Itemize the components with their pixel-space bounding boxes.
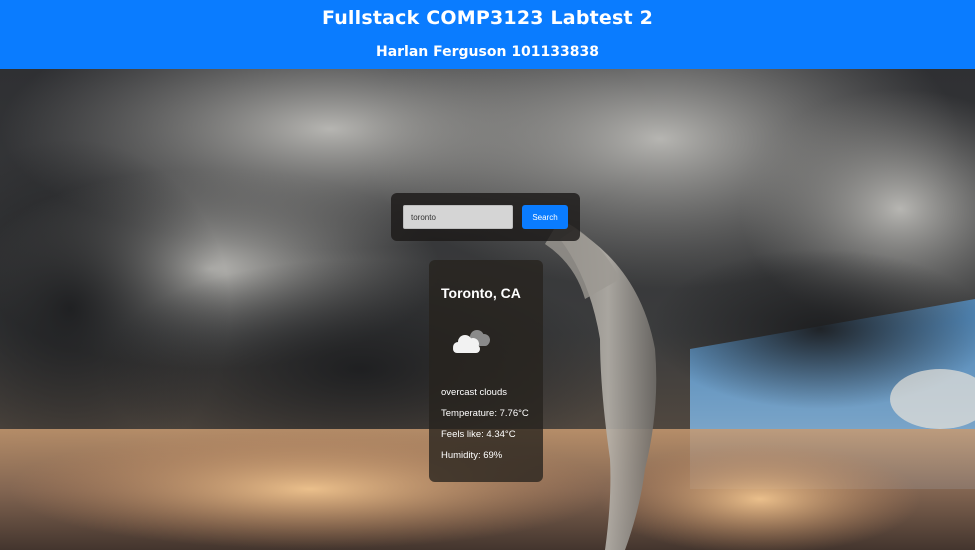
student-name: Harlan Ferguson 101133838: [375, 44, 599, 60]
cloud-icon: [447, 326, 495, 360]
city-search-input[interactable]: [403, 205, 513, 229]
city-name: Toronto, CA: [441, 285, 521, 301]
search-form: Search: [391, 193, 580, 241]
page-header: Fullstack COMP3123 Labtest 2 Harlan Ferg…: [0, 0, 975, 69]
search-button[interactable]: Search: [522, 205, 568, 229]
weather-app: Fullstack COMP3123 Labtest 2 Harlan Ferg…: [0, 0, 975, 550]
temperature: Temperature: 7.76°C: [441, 408, 529, 419]
weather-card: Toronto, CA overcast clouds Temperature:…: [429, 260, 543, 482]
weather-description: overcast clouds: [441, 387, 508, 398]
page-title: Fullstack COMP3123 Labtest 2: [321, 7, 654, 29]
feels-like: Feels like: 4.34°C: [441, 429, 516, 440]
humidity: Humidity: 69%: [441, 450, 503, 461]
